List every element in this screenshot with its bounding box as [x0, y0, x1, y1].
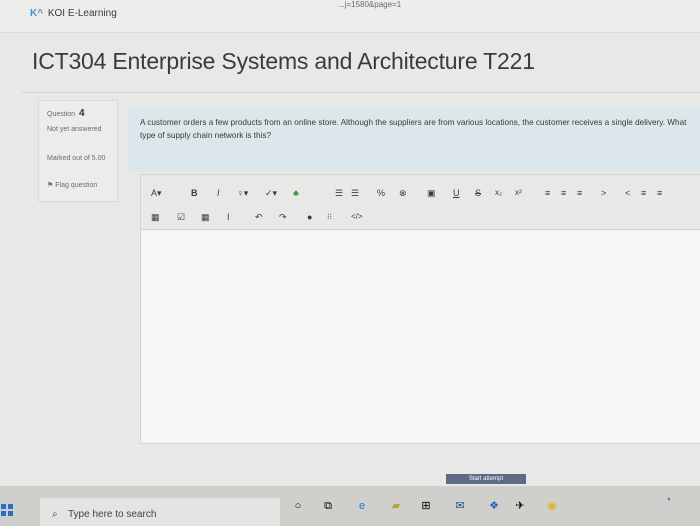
- outdent-button[interactable]: <: [625, 186, 630, 200]
- site-header: K^ KOI E-Learning ...j=1580&page=1: [0, 0, 700, 33]
- brand-label: KOI E-Learning: [47, 8, 117, 19]
- store-icon[interactable]: ⊞: [418, 498, 434, 514]
- windows-start-button[interactable]: [0, 502, 14, 518]
- app-icon[interactable]: ✈: [512, 498, 528, 514]
- question-marks: Marked out of 5.00: [47, 155, 106, 162]
- screenreader-button[interactable]: ⁝⁝: [327, 210, 332, 224]
- koi-logo-icon: K^: [30, 8, 44, 19]
- link-button[interactable]: %: [377, 186, 385, 200]
- chrome-icon[interactable]: ◉: [544, 498, 560, 514]
- style-button[interactable]: ✓▾: [265, 186, 277, 200]
- edit-button[interactable]: ☑: [177, 210, 185, 224]
- font-color-button[interactable]: A▾: [151, 186, 162, 200]
- align-right-button[interactable]: ≡: [577, 186, 582, 200]
- question-text-box: A customer orders a few products from an…: [128, 106, 700, 172]
- highlight-button[interactable]: ♀▾: [237, 186, 248, 200]
- dropbox-icon[interactable]: ❖: [486, 498, 502, 514]
- subscript-button[interactable]: x₂: [495, 186, 502, 200]
- media-button[interactable]: ▦: [201, 210, 210, 224]
- align-left-button[interactable]: ≡: [545, 186, 550, 200]
- notification-icon[interactable]: ◔: [660, 492, 676, 508]
- table-button[interactable]: ▦: [151, 210, 160, 224]
- flag-question-link[interactable]: ⚑ Flag question: [47, 181, 97, 189]
- italic-button[interactable]: I: [217, 186, 220, 200]
- html-source-button[interactable]: </>: [351, 210, 363, 224]
- url-fragment: ...j=1580&page=1: [338, 0, 402, 9]
- question-status: Not yet answered: [47, 126, 102, 133]
- question-text: A customer orders a few products from an…: [140, 118, 687, 140]
- undo-button[interactable]: ↶: [255, 210, 263, 224]
- question-number-value: 4: [78, 108, 85, 119]
- image-button[interactable]: ▣: [427, 186, 436, 200]
- ordered-list-button[interactable]: ☰: [351, 186, 359, 200]
- search-icon: ⌕: [52, 509, 58, 520]
- file-explorer-icon[interactable]: ▰: [388, 498, 404, 514]
- unordered-list-button[interactable]: ☰: [335, 186, 343, 200]
- unlink-button[interactable]: ⊗: [399, 186, 407, 200]
- page: K^ KOI E-Learning ...j=1580&page=1 ICT30…: [0, 0, 700, 490]
- flag-question-label: Flag question: [55, 182, 98, 189]
- windows-logo-icon: [1, 504, 13, 516]
- accessibility-button[interactable]: ♣: [293, 186, 299, 200]
- editor-toolbar: A▾ B I ♀▾ ✓▾ ♣ ☰ ☰ % ⊗ ▣ U S x₂ x² ≡ ≡ ≡…: [141, 175, 700, 230]
- task-view-icon[interactable]: ⧉: [320, 498, 336, 514]
- answer-textarea[interactable]: [141, 231, 700, 442]
- edge-browser-icon[interactable]: e: [354, 498, 370, 514]
- indent-button[interactable]: >: [601, 186, 606, 200]
- answer-editor[interactable]: A▾ B I ♀▾ ✓▾ ♣ ☰ ☰ % ⊗ ▣ U S x₂ x² ≡ ≡ ≡…: [140, 174, 700, 444]
- start-attempt-button[interactable]: Start attempt: [446, 474, 526, 484]
- divider: [22, 92, 700, 93]
- question-info: Question 4 Not yet answered Marked out o…: [38, 100, 118, 202]
- cortana-icon[interactable]: ○: [290, 498, 306, 514]
- redo-button[interactable]: ↷: [279, 210, 287, 224]
- superscript-button[interactable]: x²: [515, 186, 522, 200]
- taskbar-search-placeholder[interactable]: Type here to search: [68, 509, 156, 520]
- page-title: ICT304 Enterprise Systems and Architectu…: [32, 48, 535, 74]
- ltr-button[interactable]: ≡: [641, 186, 646, 200]
- rtl-button[interactable]: ≡: [657, 186, 662, 200]
- question-label: Question: [47, 111, 76, 118]
- bold-button[interactable]: B: [191, 186, 198, 200]
- strikethrough-button[interactable]: S: [475, 186, 481, 200]
- mail-icon[interactable]: ✉: [452, 498, 468, 514]
- clear-format-button[interactable]: I: [227, 210, 230, 224]
- flag-icon: ⚑: [47, 182, 54, 189]
- align-center-button[interactable]: ≡: [561, 186, 566, 200]
- underline-button[interactable]: U: [453, 186, 460, 200]
- site-logo[interactable]: K^ KOI E-Learning: [30, 8, 117, 19]
- question-number: Question 4: [47, 108, 85, 119]
- accessibility-help-button[interactable]: ●: [307, 210, 312, 224]
